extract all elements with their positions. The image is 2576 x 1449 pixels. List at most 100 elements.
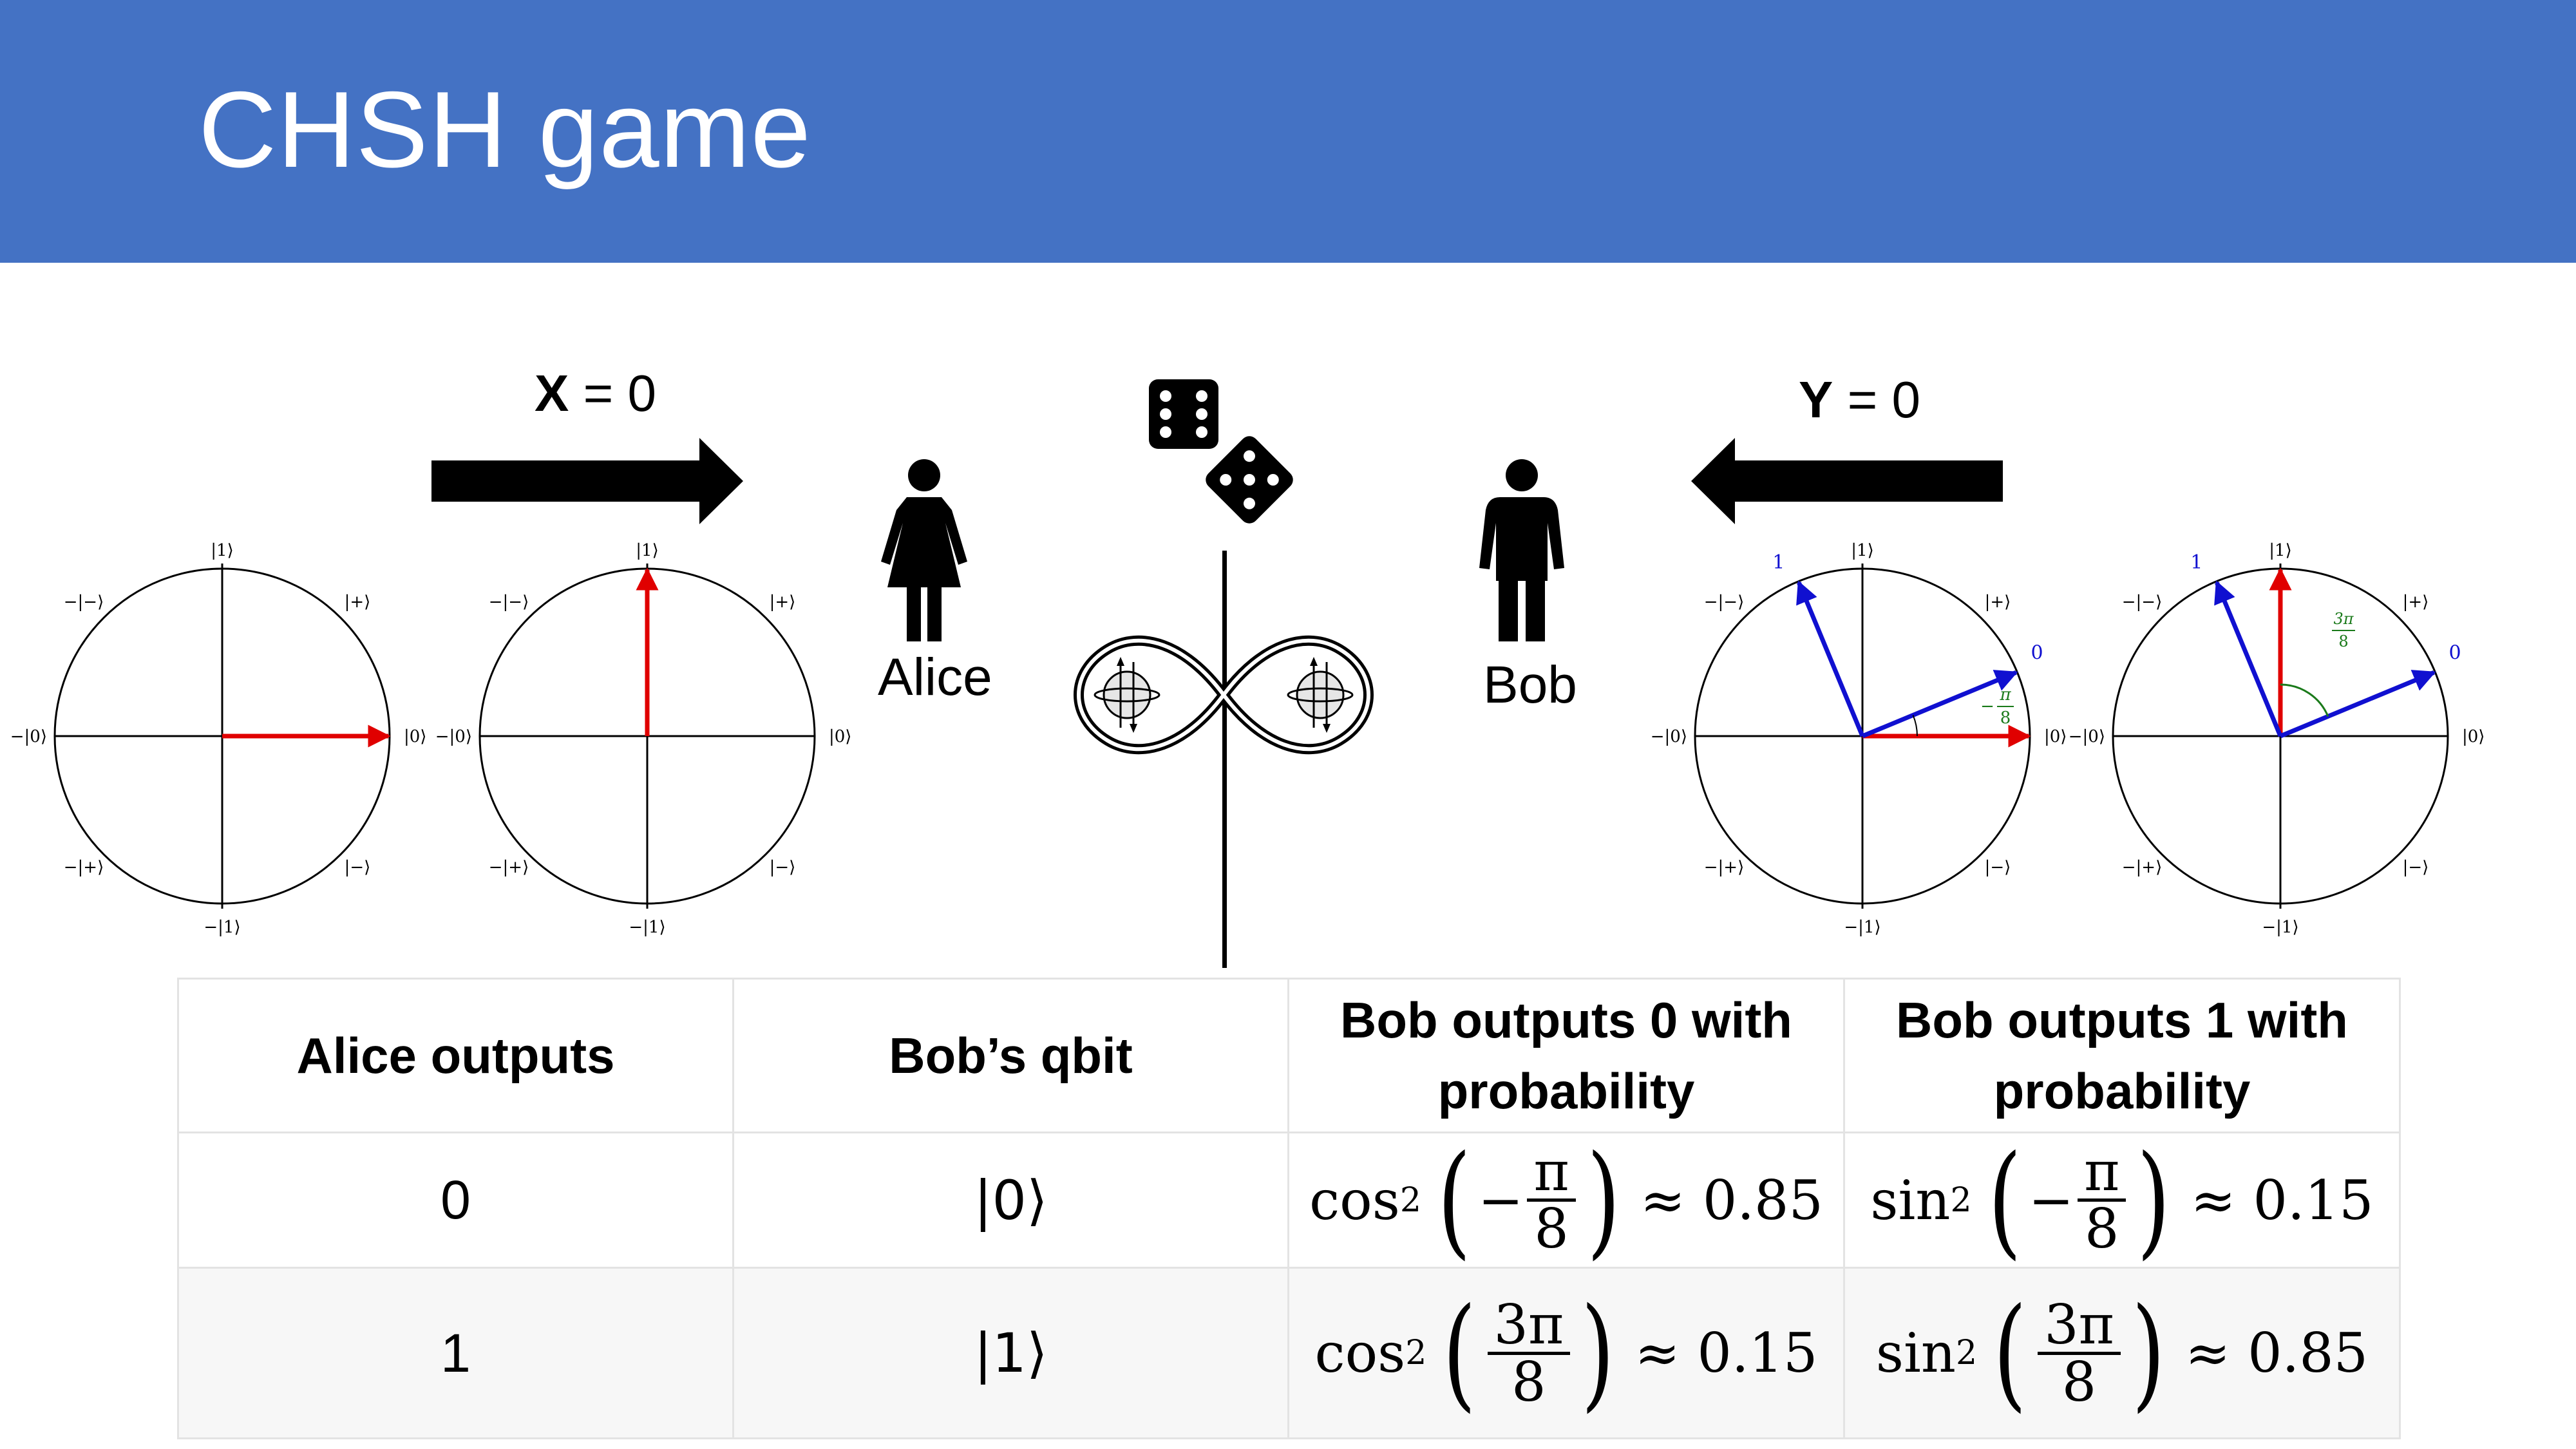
formula-fraction: π8 xyxy=(2078,1144,2126,1256)
formula: sin 2(3π 8) ≈ 0.85 xyxy=(1876,1292,2368,1414)
cell-prob-1: sin 2 (3π 8) ≈ 0.85 xyxy=(1843,1267,2401,1439)
angle-numerator: π xyxy=(1999,685,2011,705)
label-neg-ket-plus: −|+⟩ xyxy=(1704,858,1744,877)
cell-prob-1: sin 2(− π 8) ≈ 0.15 xyxy=(1843,1132,2401,1269)
formula-approx: ≈ 0.85 xyxy=(1640,1168,1823,1232)
formula-numerator: 3π xyxy=(2038,1298,2121,1355)
table-row: 1 |1⟩ cos 2(3π 8) ≈ 0.15 sin 2(3π 8) ≈ 0.85 xyxy=(177,1267,2401,1439)
formula-exponent: 2 xyxy=(1399,1180,1421,1220)
label-neg-ket1: −|1⟩ xyxy=(629,918,665,937)
bob-input-value: = 0 xyxy=(1833,371,1921,428)
label-neg-ket-plus: −|+⟩ xyxy=(64,858,104,877)
right-arrow-icon xyxy=(431,438,743,524)
unit-circles-diagram: |1⟩−|1⟩|0⟩−|0⟩|+⟩−|−⟩−|+⟩ |−⟩|1⟩−|1⟩|0⟩−|… xyxy=(10,541,2485,937)
angle-arc xyxy=(1912,715,1918,737)
formula-denominator: 8 xyxy=(2084,1197,2119,1260)
formula-fn: cos xyxy=(1314,1321,1406,1385)
cell-bob-qbit: |0⟩ xyxy=(732,1132,1289,1269)
label-ket-minus: |−⟩ xyxy=(770,858,796,877)
alice-input-value: = 0 xyxy=(569,365,657,422)
label-neg-ket-minus: −|−⟩ xyxy=(2122,592,2162,612)
formula-fraction: π8 xyxy=(1527,1144,1576,1260)
cell-prob-0: cos 2 (3π 8) ≈ 0.15 xyxy=(1287,1267,1845,1439)
header-bob-outputs-1: Bob outputs 1 with probability xyxy=(1843,978,2401,1133)
formula-paren-right: ) xyxy=(2137,1128,2171,1271)
label-neg-ket0: −|0⟩ xyxy=(435,727,472,746)
label-ket0: |0⟩ xyxy=(829,727,851,746)
label-ket-plus: |+⟩ xyxy=(2403,592,2429,612)
left-arrow-icon xyxy=(1691,438,2003,524)
formula-numerator: 3π xyxy=(1487,1298,1571,1355)
label-neg-ket0: −|0⟩ xyxy=(2069,727,2105,746)
label-ket-plus: |+⟩ xyxy=(345,592,371,612)
formula-fraction: 3π 8 xyxy=(1487,1298,1571,1414)
angle-arc xyxy=(2280,683,2329,717)
bob-input-label: Y = 0 xyxy=(1799,370,1920,430)
table-header-row: Alice outputs Bob’s qbit Bob outputs 0 w… xyxy=(177,978,2401,1133)
label-ket1: |1⟩ xyxy=(2269,541,2291,560)
formula-fn: sin xyxy=(1870,1168,1951,1232)
formula-exponent: 2 xyxy=(1950,1180,1972,1220)
label-neg-ket0: −|0⟩ xyxy=(1651,727,1687,746)
formula: sin 2(− π 8) ≈ 0.15 xyxy=(1870,1139,2373,1262)
angle-denominator: 8 xyxy=(2000,708,2011,728)
formula-approx: ≈ 0.15 xyxy=(2190,1168,2374,1232)
formula-approx: ≈ 0.85 xyxy=(2184,1321,2369,1385)
formula-approx: ≈ 0.15 xyxy=(1634,1321,1818,1385)
label-ket-plus: |+⟩ xyxy=(1985,592,2011,612)
label-neg-ket1: −|1⟩ xyxy=(2262,918,2298,937)
label-neg-ket-minus: −|−⟩ xyxy=(1704,592,1744,612)
label-neg-ket-plus: −|+⟩ xyxy=(2122,858,2162,877)
label-neg-ket1: −|1⟩ xyxy=(204,918,240,937)
formula-paren-right: ) xyxy=(1581,1282,1615,1424)
basis-label-1: 1 xyxy=(2190,551,2202,574)
formula-paren-right: ) xyxy=(1586,1128,1620,1271)
header-bob-outputs-0: Bob outputs 0 with probability xyxy=(1287,978,1845,1133)
label-ket-plus: |+⟩ xyxy=(770,592,796,612)
alice-input-var: X xyxy=(535,365,569,422)
basis-vector-0-arrow xyxy=(2279,670,2436,739)
formula-numerator: π xyxy=(1527,1144,1576,1202)
outcome-table: Alice outputs Bob’s qbit Bob outputs 0 w… xyxy=(177,978,2401,1439)
formula-sign: − xyxy=(1478,1168,1524,1232)
formula-fn: sin xyxy=(1875,1321,1956,1385)
label-ket-minus: |−⟩ xyxy=(1985,858,2011,877)
bob-input-var: Y xyxy=(1799,371,1833,428)
slide-title: CHSH game xyxy=(198,69,811,190)
formula-denominator: 8 xyxy=(2061,1350,2097,1414)
basis-vector-1-arrow xyxy=(1796,580,1865,737)
basis-vector-1-arrow xyxy=(2214,580,2283,737)
label-ket0: |0⟩ xyxy=(2044,727,2067,746)
label-ket0: |0⟩ xyxy=(404,727,426,746)
formula-denominator: 8 xyxy=(1511,1350,1546,1414)
formula-denominator: 8 xyxy=(1534,1197,1569,1260)
cell-bob-qbit-text: |0⟩ xyxy=(974,1168,1048,1232)
cell-alice-output: 1 xyxy=(177,1267,734,1439)
header-bob-outputs-0-text: Bob outputs 0 with probability xyxy=(1340,992,1792,1119)
formula: cos 2(3π 8) ≈ 0.15 xyxy=(1315,1292,1818,1414)
formula-paren-left: ( xyxy=(1443,1282,1477,1424)
angle-sign: − xyxy=(1980,697,1994,716)
formula-paren-left: ( xyxy=(1987,1128,2022,1271)
formula-numerator: π xyxy=(2078,1144,2126,1202)
header-bob-outputs-1-text: Bob outputs 1 with probability xyxy=(1896,992,2348,1119)
label-neg-ket-plus: −|+⟩ xyxy=(489,858,529,877)
table-row: 0 |0⟩ cos 2(− π 8) ≈ 0.85 sin 2(− π 8) ≈ 0.15 xyxy=(177,1128,2401,1271)
cell-prob-0: cos 2(− π 8) ≈ 0.85 xyxy=(1287,1128,1845,1271)
formula-fn: cos xyxy=(1309,1168,1400,1232)
cell-bob-qbit: |1⟩ xyxy=(732,1267,1289,1439)
label-ket1: |1⟩ xyxy=(636,541,658,560)
label-neg-ket0: −|0⟩ xyxy=(10,727,47,746)
label-ket1: |1⟩ xyxy=(1851,541,1873,560)
basis-label-0: 0 xyxy=(2448,641,2461,664)
label-ket0: |0⟩ xyxy=(2462,727,2485,746)
label-ket1: |1⟩ xyxy=(211,541,233,560)
header-alice-outputs: Alice outputs xyxy=(177,978,734,1133)
basis-label-1: 1 xyxy=(1772,551,1785,574)
formula-exponent: 2 xyxy=(1405,1334,1427,1372)
formula-sign: − xyxy=(2028,1168,2074,1232)
dice-icon xyxy=(1149,379,1293,524)
angle-numerator: 3π xyxy=(2333,610,2354,628)
cell-alice-output: 0 xyxy=(177,1132,734,1269)
label-neg-ket1: −|1⟩ xyxy=(1844,918,1880,937)
